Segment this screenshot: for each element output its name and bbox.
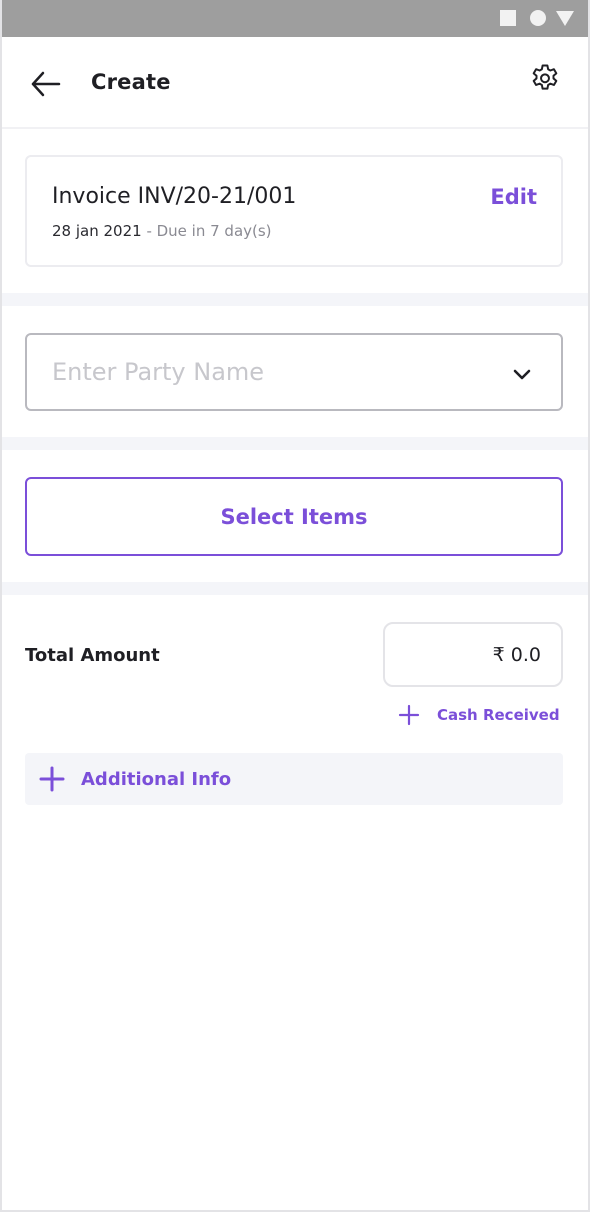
cash-received-label: Cash Received (437, 706, 560, 724)
chevron-down-icon (513, 369, 531, 380)
plus-icon (398, 704, 420, 726)
section-divider (2, 293, 588, 306)
cash-received-button[interactable]: Cash Received (398, 702, 560, 728)
select-items-button[interactable]: Select Items (25, 477, 563, 556)
recent-apps-icon (500, 10, 516, 26)
arrow-left-icon (31, 71, 61, 97)
invoice-date-line: 28 jan 2021 - Due in 7 day(s) (52, 222, 272, 240)
invoice-card: Invoice INV/20-21/001 28 jan 2021 - Due … (25, 155, 563, 267)
section-divider (2, 437, 588, 450)
home-icon (530, 10, 546, 26)
invoice-date: 28 jan 2021 (52, 222, 142, 240)
party-name-placeholder: Enter Party Name (52, 358, 265, 386)
section-divider (2, 582, 588, 595)
party-name-dropdown[interactable]: Enter Party Name (25, 333, 563, 411)
total-amount-label: Total Amount (25, 645, 160, 666)
edit-invoice-button[interactable]: Edit (490, 185, 537, 209)
invoice-number: Invoice INV/20-21/001 (52, 184, 297, 209)
select-items-label: Select Items (220, 504, 368, 529)
invoice-due: - Due in 7 day(s) (141, 222, 272, 240)
additional-info-label: Additional Info (81, 768, 232, 790)
gear-icon (532, 64, 558, 90)
plus-icon (39, 766, 65, 792)
total-amount-field[interactable]: ₹ 0.0 (383, 622, 563, 687)
page-title: Create (91, 70, 171, 94)
settings-button[interactable] (528, 62, 562, 96)
back-button[interactable] (28, 67, 62, 101)
system-status-bar (2, 0, 588, 37)
additional-info-button[interactable]: Additional Info (25, 753, 563, 805)
total-amount-value: ₹ 0.0 (492, 644, 541, 666)
app-bar: Create (2, 37, 588, 129)
back-triangle-icon (556, 11, 574, 26)
